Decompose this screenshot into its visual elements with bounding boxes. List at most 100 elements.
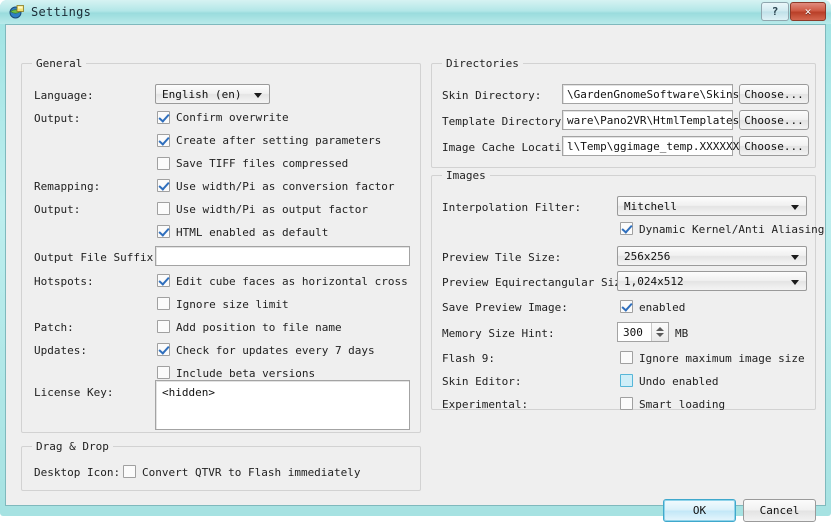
- memory-size-unit: MB: [675, 327, 689, 340]
- html-enabled-checkbox[interactable]: [157, 225, 170, 238]
- license-key-value: <hidden>: [162, 386, 215, 399]
- remapping-label: Remapping:: [34, 180, 101, 193]
- settings-window: Settings ? ✕ General Language: English (…: [0, 0, 831, 522]
- ok-button[interactable]: OK: [663, 499, 736, 522]
- include-beta-checkbox[interactable]: [157, 366, 170, 379]
- output-label: Output:: [34, 112, 81, 125]
- smart-loading-label: Smart loading: [639, 398, 726, 411]
- ignore-max-image-checkbox[interactable]: [620, 351, 633, 364]
- interpolation-filter-combo[interactable]: Mitchell: [617, 196, 807, 216]
- preview-equirect-combo[interactable]: 1,024x512: [617, 271, 807, 291]
- preview-equirect-value: 1,024x512: [624, 275, 684, 288]
- image-cache-choose-button[interactable]: Choose...: [739, 136, 809, 156]
- stepper-buttons[interactable]: [651, 323, 668, 341]
- undo-enabled-checkbox[interactable]: [620, 374, 633, 387]
- dialog-client-area: General Language: English (en) Output: C…: [5, 24, 826, 522]
- skin-directory-label: Skin Directory:: [442, 89, 542, 102]
- desktop-icon-label: Desktop Icon:: [34, 466, 121, 479]
- output-file-suffix-label: Output File Suffix:: [34, 251, 160, 264]
- add-position-label: Add position to file name: [176, 321, 342, 334]
- memory-size-hint-label: Memory Size Hint:: [442, 327, 555, 340]
- html-enabled-label: HTML enabled as default: [176, 226, 329, 239]
- edit-cube-faces-label: Edit cube faces as horizontal cross: [176, 275, 408, 288]
- directories-legend: Directories: [442, 57, 523, 70]
- ignore-max-image-label: Ignore maximum image size: [639, 352, 805, 365]
- experimental-label: Experimental:: [442, 398, 529, 411]
- smart-loading-checkbox[interactable]: [620, 397, 633, 410]
- title-bar: Settings ? ✕: [0, 0, 831, 24]
- use-width-pi-output-label: Use width/Pi as output factor: [176, 203, 369, 216]
- window-title: Settings: [31, 5, 92, 19]
- edit-cube-faces-checkbox[interactable]: [157, 274, 170, 287]
- use-width-pi-conversion-label: Use width/Pi as conversion factor: [176, 180, 395, 193]
- output-label-2: Output:: [34, 203, 81, 216]
- save-preview-image-label: Save Preview Image:: [442, 301, 568, 314]
- app-icon: [9, 5, 24, 19]
- use-width-pi-output-checkbox[interactable]: [157, 202, 170, 215]
- general-group: General Language: English (en) Output: C…: [21, 57, 421, 433]
- preview-tile-size-value: 256x256: [624, 250, 671, 263]
- preview-tile-size-label: Preview Tile Size:: [442, 251, 562, 264]
- language-combo-value: English (en): [162, 88, 242, 101]
- dynamic-kernel-label: Dynamic Kernel/Anti Aliasing: [639, 223, 825, 236]
- interpolation-filter-value: Mitchell: [624, 200, 677, 213]
- chevron-down-icon: [791, 255, 799, 260]
- include-beta-label: Include beta versions: [176, 367, 316, 380]
- skin-directory-choose-button[interactable]: Choose...: [739, 84, 809, 104]
- template-directory-value: ware\Pano2VR\HtmlTemplates: [567, 114, 740, 127]
- check-updates-label: Check for updates every 7 days: [176, 344, 375, 357]
- confirm-overwrite-label: Confirm overwrite: [176, 111, 289, 124]
- image-cache-value: l\Temp\ggimage_temp.XXXXXX: [567, 140, 740, 153]
- images-group: Images Interpolation Filter: Mitchell Dy…: [431, 169, 824, 411]
- general-legend: General: [32, 57, 87, 70]
- skin-directory-value: \GardenGnomeSoftware\Skins: [567, 88, 740, 101]
- ignore-size-limit-label: Ignore size limit: [176, 298, 289, 311]
- skin-editor-label: Skin Editor:: [442, 375, 522, 388]
- images-legend: Images: [442, 169, 490, 182]
- language-label: Language:: [34, 89, 94, 102]
- confirm-overwrite-checkbox[interactable]: [157, 111, 170, 124]
- directories-group: Directories Skin Directory: \GardenGnome…: [431, 57, 816, 168]
- image-cache-input[interactable]: l\Temp\ggimage_temp.XXXXXX: [562, 136, 739, 156]
- check-updates-checkbox[interactable]: [157, 343, 170, 356]
- preview-tile-size-combo[interactable]: 256x256: [617, 246, 807, 266]
- language-combo[interactable]: English (en): [155, 84, 270, 104]
- undo-enabled-label: Undo enabled: [639, 375, 719, 388]
- updates-label: Updates:: [34, 344, 87, 357]
- convert-qtvr-label: Convert QTVR to Flash immediately: [142, 466, 361, 479]
- save-tiff-label: Save TIFF files compressed: [176, 157, 349, 170]
- close-button[interactable]: ✕: [790, 2, 826, 21]
- save-preview-image-checkbox[interactable]: [620, 300, 633, 313]
- license-key-textarea[interactable]: <hidden>: [155, 380, 410, 430]
- memory-size-stepper[interactable]: 300: [617, 322, 669, 342]
- add-position-checkbox[interactable]: [157, 320, 170, 333]
- skin-directory-input[interactable]: \GardenGnomeSoftware\Skins: [562, 84, 739, 104]
- template-directory-label: Template Directory:: [442, 115, 568, 128]
- interpolation-filter-label: Interpolation Filter:: [442, 201, 582, 214]
- ignore-size-limit-checkbox[interactable]: [157, 297, 170, 310]
- create-after-setting-label: Create after setting parameters: [176, 134, 382, 147]
- memory-size-value: 300: [623, 326, 643, 339]
- use-width-pi-conversion-checkbox[interactable]: [157, 179, 170, 192]
- cancel-button[interactable]: Cancel: [743, 499, 816, 522]
- stepper-down-icon[interactable]: [656, 333, 664, 337]
- chevron-down-icon: [791, 205, 799, 210]
- flash9-label: Flash 9:: [442, 352, 495, 365]
- convert-qtvr-checkbox[interactable]: [123, 465, 136, 478]
- drag-drop-group: Drag & Drop Desktop Icon: Convert QTVR t…: [21, 440, 421, 491]
- license-key-label: License Key:: [34, 386, 114, 399]
- save-tiff-checkbox[interactable]: [157, 157, 170, 170]
- chevron-down-icon: [254, 93, 262, 98]
- help-button[interactable]: ?: [761, 2, 789, 21]
- dynamic-kernel-checkbox[interactable]: [620, 222, 633, 235]
- save-preview-image-text: enabled: [639, 301, 686, 314]
- preview-equirect-label: Preview Equirectangular Size:: [442, 276, 635, 289]
- hotspots-label: Hotspots:: [34, 275, 94, 288]
- output-file-suffix-input[interactable]: [155, 246, 410, 266]
- create-after-setting-checkbox[interactable]: [157, 134, 170, 147]
- chevron-down-icon: [791, 280, 799, 285]
- patch-label: Patch:: [34, 321, 74, 334]
- template-directory-input[interactable]: ware\Pano2VR\HtmlTemplates: [562, 110, 739, 130]
- stepper-up-icon[interactable]: [656, 327, 664, 331]
- template-directory-choose-button[interactable]: Choose...: [739, 110, 809, 130]
